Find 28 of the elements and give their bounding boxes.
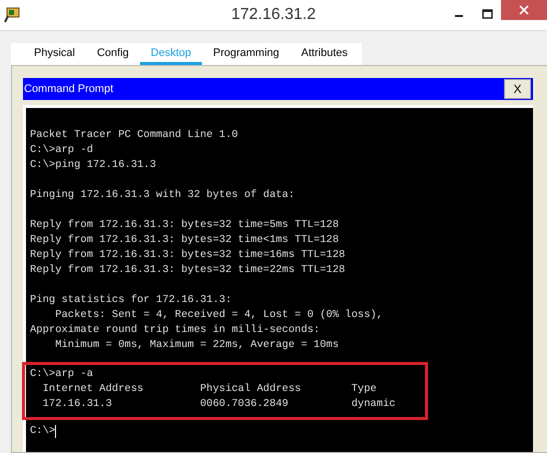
- terminal-line: Ping statistics for 172.16.31.3:: [30, 293, 233, 308]
- terminal-line: Reply from 172.16.31.3: bytes=32 time=22ms TTL=128: [30, 263, 346, 278]
- terminal-line: Pinging 172.16.31.3 with 32 bytes of data:: [30, 188, 296, 203]
- tab[interactable]: Config: [86, 43, 140, 65]
- tab[interactable]: Programming: [202, 43, 290, 65]
- terminal-line: C:\>ping 172.16.31.3: [30, 158, 158, 173]
- terminal-line: Internet Address Physical Address Type: [42, 382, 378, 397]
- terminal-line: 172.16.31.3 0060.7036.2849 dynamic: [42, 397, 396, 412]
- app-icon: [3, 6, 21, 24]
- terminal-line: Packet Tracer PC Command Line 1.0: [30, 128, 239, 143]
- terminal-prompt: C:\>: [30, 424, 56, 439]
- maximize-icon: [482, 9, 492, 19]
- terminal-line: C:\>arp -d: [30, 143, 94, 158]
- tab[interactable]: Attributes: [290, 43, 359, 65]
- window-title: 172.16.31.2: [231, 6, 316, 24]
- terminal-line: Minimum = 0ms, Maximum = 22ms, Average = 10ms: [54, 338, 340, 353]
- close-icon: [519, 5, 529, 15]
- text-cursor: [55, 425, 56, 438]
- tab[interactable]: Physical: [23, 43, 86, 65]
- terminal-line: Reply from 172.16.31.3: bytes=32 time=16ms TTL=128: [30, 248, 346, 263]
- terminal-line: Packets: Sent = 4, Received = 4, Lost = 0 (0% loss),: [54, 308, 384, 323]
- close-button[interactable]: X: [504, 79, 531, 99]
- close-button[interactable]: [501, 0, 547, 20]
- terminal-line: C:\>arp -a: [30, 367, 94, 382]
- terminal-line: Reply from 172.16.31.3: bytes=32 time<1ms TTL=128: [30, 233, 340, 248]
- command-prompt-title: Command Prompt: [24, 83, 114, 95]
- terminal-line: Approximate round trip times in milli-seconds:: [30, 323, 321, 338]
- terminal-line: Reply from 172.16.31.3: bytes=32 time=5ms TTL=128: [30, 218, 340, 233]
